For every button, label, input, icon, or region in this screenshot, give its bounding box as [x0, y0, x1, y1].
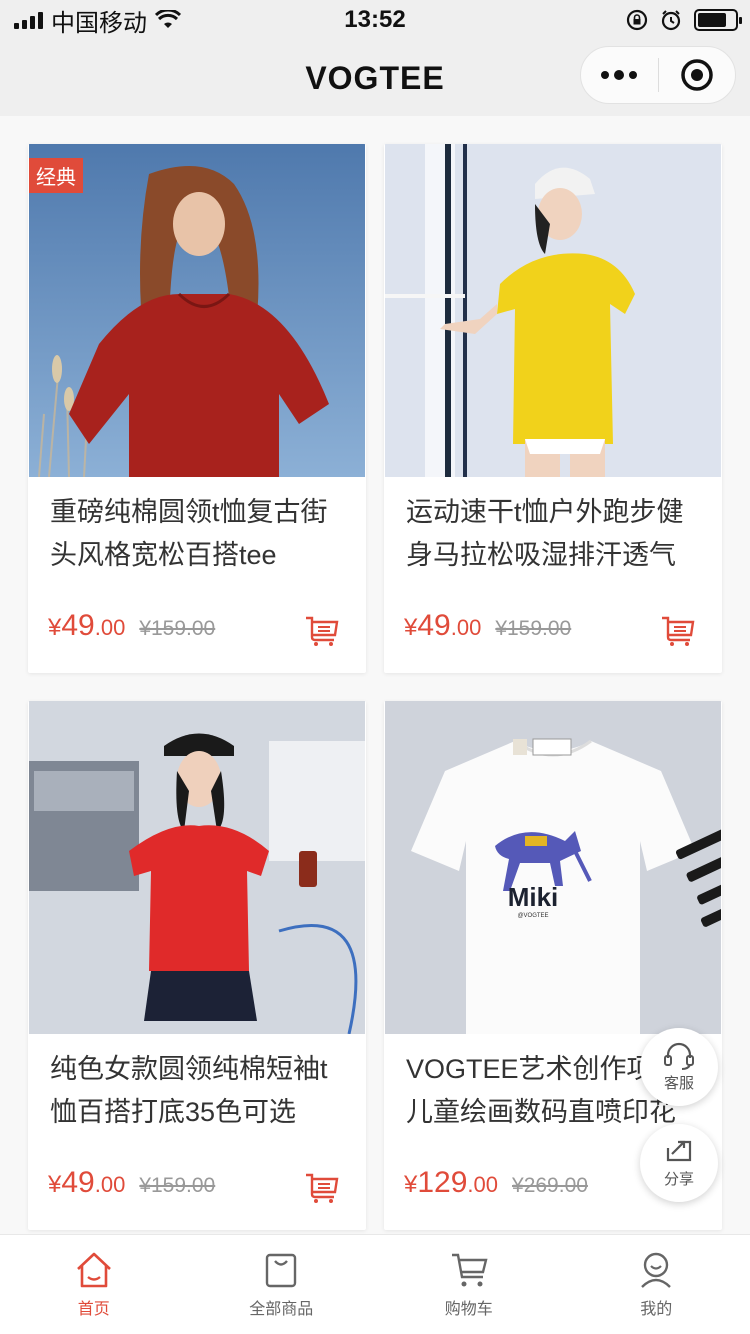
product-image[interactable] [385, 144, 721, 477]
signal-icon [14, 11, 43, 29]
tab-all-products-label: 全部商品 [249, 1301, 314, 1318]
add-to-cart-icon[interactable] [660, 615, 696, 647]
battery-icon [694, 9, 742, 31]
tab-bar: 首页 全部商品 购物车 我的 [0, 1234, 750, 1334]
product-image[interactable]: 经典 [29, 144, 365, 477]
customer-service-label: 客服 [663, 1074, 694, 1092]
add-to-cart-icon[interactable] [304, 1172, 340, 1204]
product-image[interactable] [29, 701, 365, 1034]
target-close-icon [681, 59, 713, 91]
status-bar: 中国移动 13:52 [0, 0, 750, 40]
navigation-bar: VOGTEE [0, 40, 750, 116]
cart-icon [451, 1253, 488, 1287]
product-card[interactable]: 运动速干t恤户外跑步健身马拉松吸湿排汗透气 ¥49.00 ¥159.00 [384, 144, 722, 673]
close-miniprogram-button[interactable] [659, 47, 736, 103]
product-image[interactable]: Miki @VOGTEE [385, 701, 721, 1034]
share-icon [666, 1140, 692, 1161]
product-price: ¥49.00 [48, 1166, 126, 1199]
share-label: 分享 [663, 1170, 694, 1188]
price-row: ¥49.00 ¥159.00 [48, 609, 340, 646]
original-price: ¥269.00 [512, 1174, 588, 1197]
home-icon [76, 1252, 111, 1288]
product-card[interactable]: 经典 重磅纯棉圆领t恤复古街头风格宽松百搭tee ¥49.00 ¥159.00 [28, 144, 366, 673]
tab-my-label: 我的 [640, 1301, 673, 1318]
tab-my[interactable]: 我的 [563, 1235, 750, 1334]
page-title: VOGTEE [305, 59, 445, 96]
original-price: ¥159.00 [139, 617, 216, 640]
tab-cart[interactable]: 购物车 [375, 1235, 563, 1334]
carrier-label: 中国移动 [51, 9, 147, 37]
more-button[interactable] [581, 47, 658, 103]
product-list[interactable]: 经典 重磅纯棉圆领t恤复古街头风格宽松百搭tee ¥49.00 ¥159.00 [0, 116, 750, 1234]
product-title[interactable]: 重磅纯棉圆领t恤复古街头风格宽松百搭tee [28, 477, 366, 579]
tshirt-print-text: Miki [508, 882, 559, 912]
status-right [626, 9, 742, 31]
user-icon [641, 1252, 672, 1288]
tab-cart-label: 购物车 [444, 1301, 493, 1318]
share-button[interactable]: 分享 [640, 1124, 718, 1202]
rotation-lock-icon [626, 9, 648, 31]
customer-service-button[interactable]: 客服 [640, 1028, 718, 1106]
product-tag: 经典 [29, 158, 83, 193]
product-price: ¥49.00 [404, 609, 482, 642]
headset-icon [664, 1042, 694, 1070]
alarm-icon [661, 10, 681, 31]
tshirt-print-subtext: @VOGTEE [517, 913, 548, 919]
original-price: ¥159.00 [495, 617, 572, 640]
price-row: ¥49.00 ¥159.00 [48, 1166, 340, 1203]
tab-home-label: 首页 [77, 1301, 110, 1318]
product-price: ¥49.00 [48, 609, 126, 642]
status-left: 中国移动 [14, 3, 181, 38]
miniprogram-capsule [580, 46, 736, 104]
price-row: ¥49.00 ¥159.00 [404, 609, 696, 646]
bag-icon [266, 1253, 297, 1288]
more-dots-icon [601, 69, 638, 80]
product-title[interactable]: 纯色女款圆领纯棉短袖t恤百搭打底35色可选 [28, 1034, 366, 1136]
product-title[interactable]: 运动速干t恤户外跑步健身马拉松吸湿排汗透气 [384, 477, 722, 579]
product-price: ¥129.00 [404, 1166, 499, 1199]
product-card[interactable]: 纯色女款圆领纯棉短袖t恤百搭打底35色可选 ¥49.00 ¥159.00 [28, 701, 366, 1230]
add-to-cart-icon[interactable] [304, 615, 340, 647]
wifi-icon [155, 10, 181, 28]
tab-home[interactable]: 首页 [0, 1235, 188, 1334]
original-price: ¥159.00 [139, 1174, 216, 1197]
tab-all-products[interactable]: 全部商品 [188, 1235, 376, 1334]
